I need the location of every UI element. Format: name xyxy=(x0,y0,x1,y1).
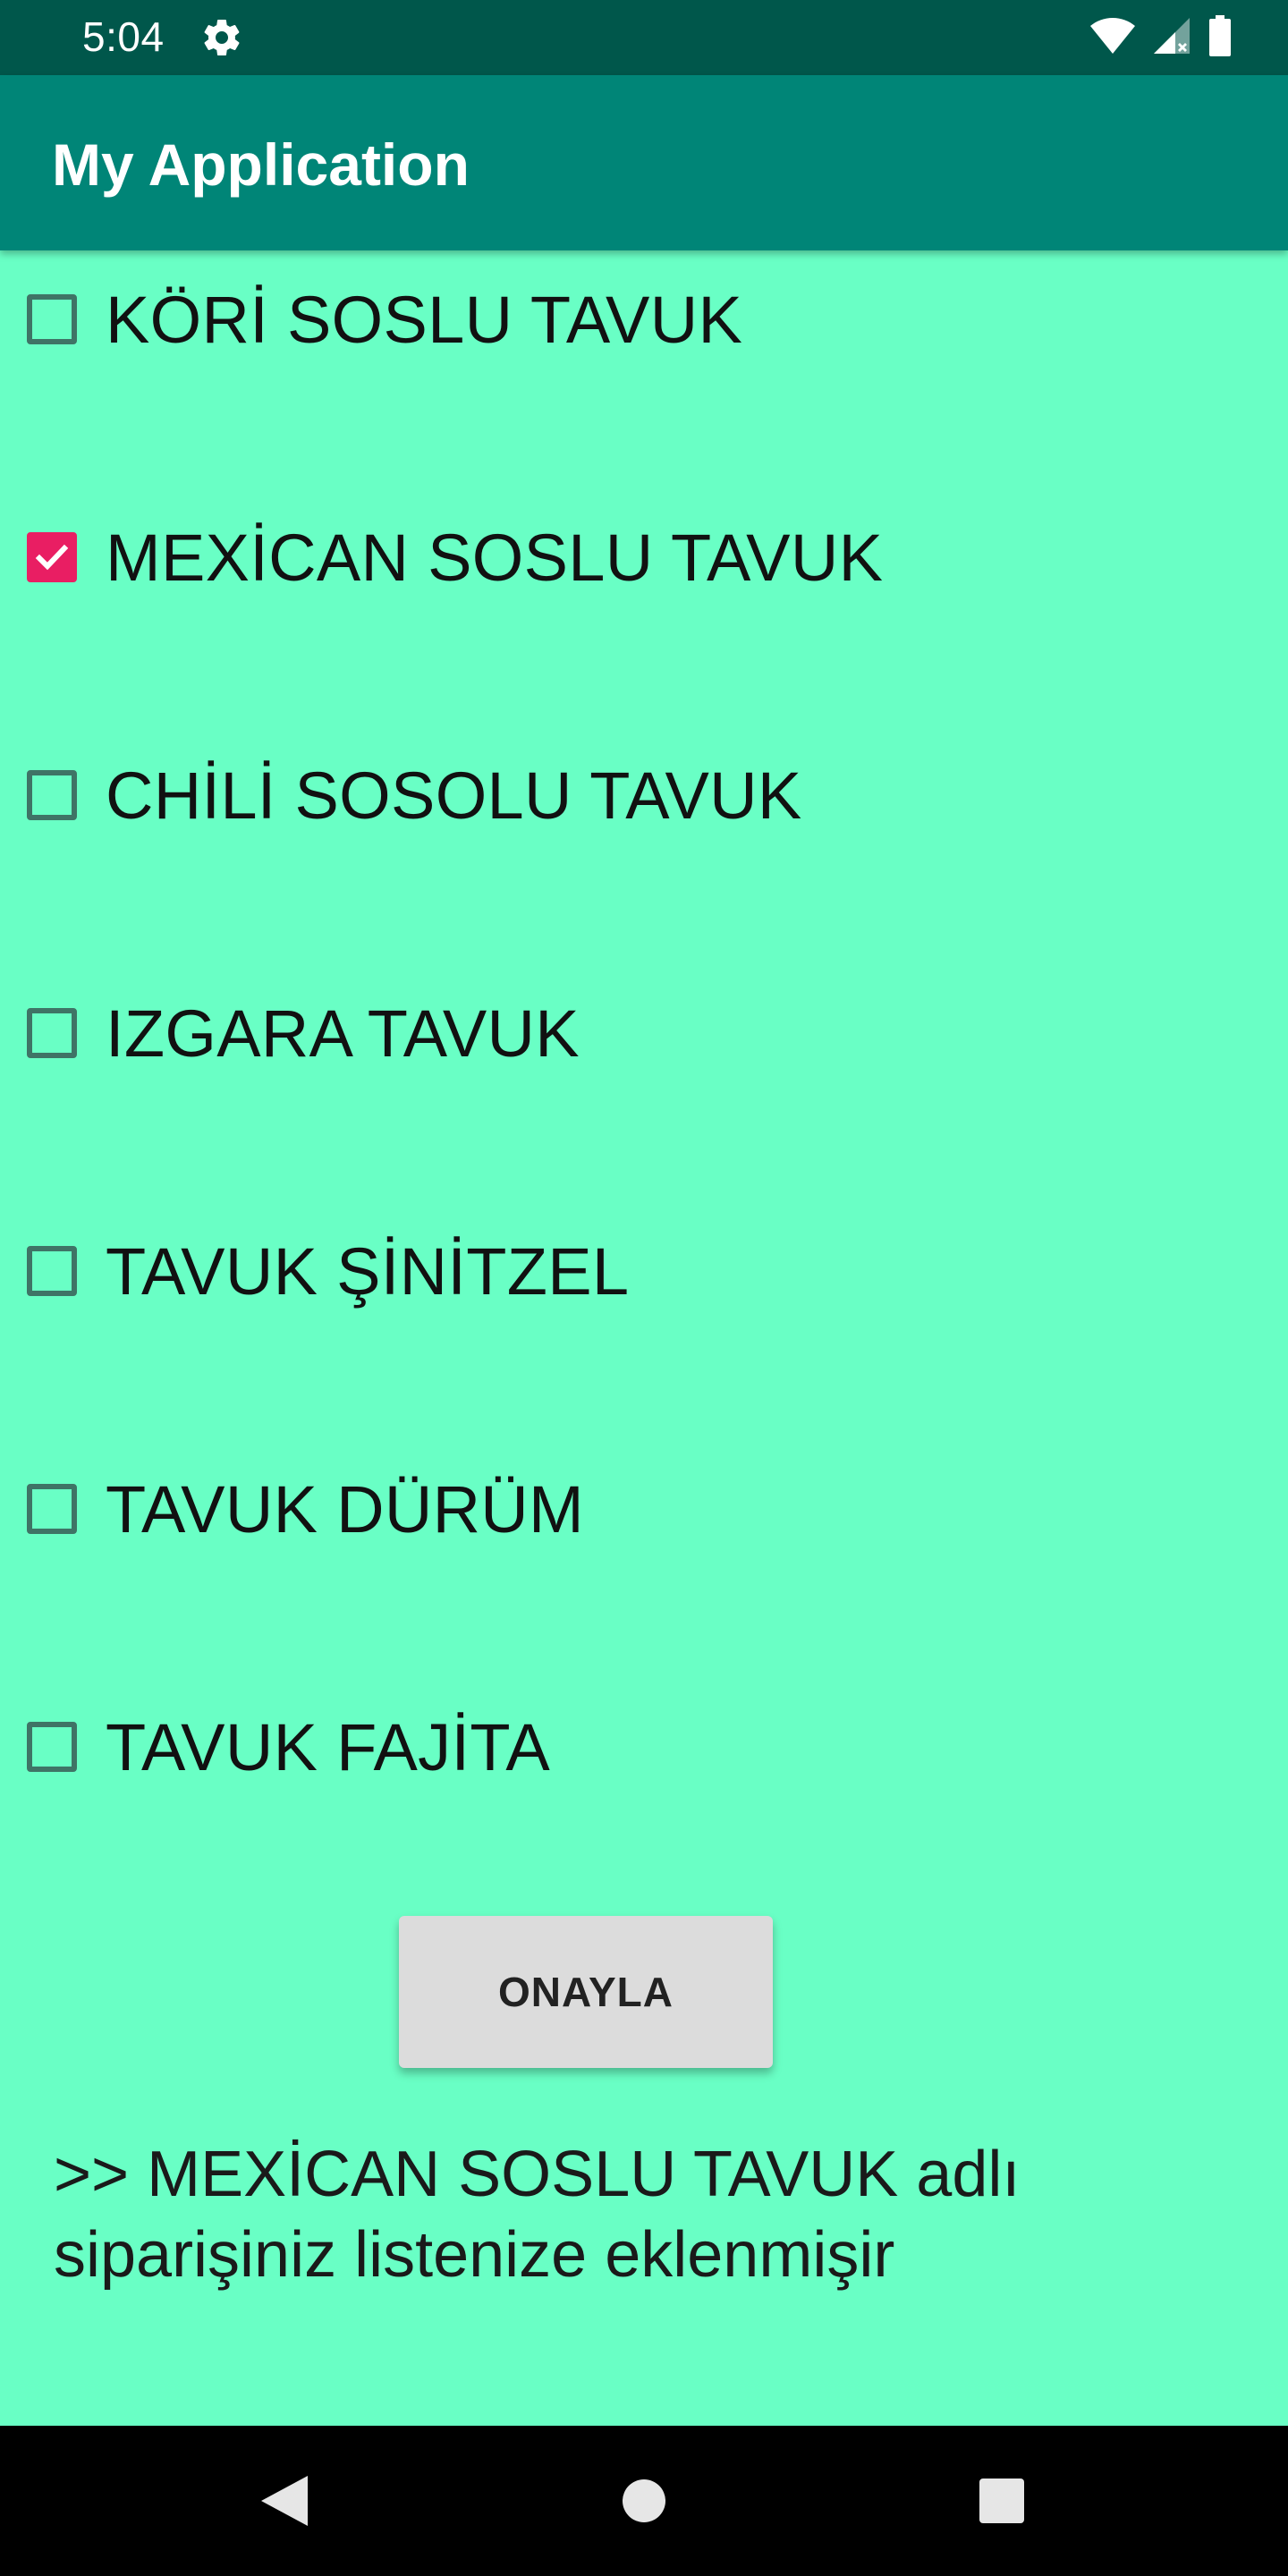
option-label: KÖRİ SOSLU TAVUK xyxy=(106,282,743,357)
option-chili-sosolu-tavuk[interactable]: CHİLİ SOSOLU TAVUK xyxy=(23,746,802,844)
checkbox[interactable] xyxy=(27,1484,77,1534)
checkbox[interactable] xyxy=(27,1008,77,1058)
battery-icon xyxy=(1208,14,1233,61)
option-label: CHİLİ SOSOLU TAVUK xyxy=(106,758,802,833)
checkmark-icon xyxy=(35,544,69,571)
option-tavuk-durum[interactable]: TAVUK DÜRÜM xyxy=(23,1460,584,1558)
option-izgara-tavuk[interactable]: IZGARA TAVUK xyxy=(23,984,580,1082)
checkbox[interactable] xyxy=(27,294,77,344)
option-kori-soslu-tavuk[interactable]: KÖRİ SOSLU TAVUK xyxy=(23,270,742,369)
option-label: MEXİCAN SOSLU TAVUK xyxy=(106,520,884,595)
gear-icon xyxy=(200,16,243,59)
back-icon[interactable] xyxy=(209,2426,360,2576)
status-time: 5:04 xyxy=(82,13,165,60)
option-tavuk-sinitzel[interactable]: TAVUK ŞİNİTZEL xyxy=(23,1222,629,1320)
status-bar: 5:04 xyxy=(0,0,1288,75)
options-list: KÖRİ SOSLU TAVUK MEXİCAN SOSLU TAVUK CHİLİ… xyxy=(0,250,1288,2426)
option-mexican-soslu-tavuk[interactable]: MEXİCAN SOSLU TAVUK xyxy=(23,508,883,606)
checkbox[interactable] xyxy=(27,1246,77,1296)
app-bar: My Application xyxy=(0,75,1288,250)
status-icons xyxy=(1089,14,1233,61)
app-title: My Application xyxy=(52,131,470,198)
option-label: TAVUK ŞİNİTZEL xyxy=(106,1233,630,1309)
checkbox[interactable] xyxy=(27,770,77,820)
wifi-icon xyxy=(1089,16,1136,60)
checkbox-checked[interactable] xyxy=(27,532,77,582)
option-label: IZGARA TAVUK xyxy=(106,996,580,1071)
option-tavuk-fajita[interactable]: TAVUK FAJİTA xyxy=(23,1698,550,1796)
navigation-bar xyxy=(0,2426,1288,2576)
checkbox[interactable] xyxy=(27,1722,77,1772)
option-label: TAVUK DÜRÜM xyxy=(106,1471,584,1546)
signal-icon xyxy=(1152,16,1191,60)
option-label: TAVUK FAJİTA xyxy=(106,1709,550,1784)
home-icon[interactable] xyxy=(569,2426,719,2576)
recents-icon[interactable] xyxy=(927,2426,1077,2576)
